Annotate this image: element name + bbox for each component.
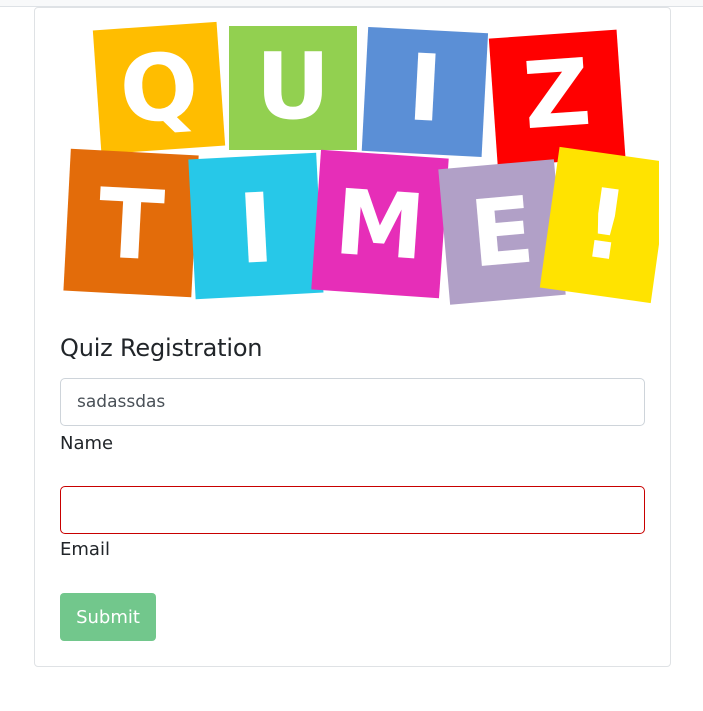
svg-text:U: U — [256, 33, 331, 140]
email-field[interactable] — [60, 486, 645, 534]
tile-q: Q — [92, 21, 226, 155]
tile-exclamation: ! — [539, 146, 659, 304]
submit-button[interactable]: Submit — [60, 593, 156, 641]
name-label: Name — [60, 433, 114, 454]
name-field[interactable] — [60, 378, 645, 426]
svg-text:Z: Z — [520, 39, 594, 150]
tile-u: U — [229, 26, 357, 150]
tile-m: M — [311, 149, 449, 299]
svg-text:Q: Q — [116, 32, 201, 144]
tile-i-bottom: I — [188, 152, 324, 300]
email-label: Email — [60, 539, 110, 560]
svg-text:I: I — [235, 172, 277, 286]
browser-top-edge — [0, 0, 703, 7]
quiz-time-banner: Q U I Z T I M E ! — [63, 21, 659, 305]
svg-text:I: I — [405, 34, 445, 143]
registration-card: Q U I Z T I M E ! Quiz Registration sada… — [34, 7, 671, 667]
tile-i-top: I — [361, 26, 489, 158]
tile-z: Z — [488, 29, 626, 167]
svg-text:M: M — [332, 170, 429, 281]
tile-t: T — [63, 148, 199, 298]
svg-text:E: E — [466, 176, 538, 288]
svg-text:T: T — [95, 167, 166, 282]
page-title: Quiz Registration — [60, 334, 263, 362]
